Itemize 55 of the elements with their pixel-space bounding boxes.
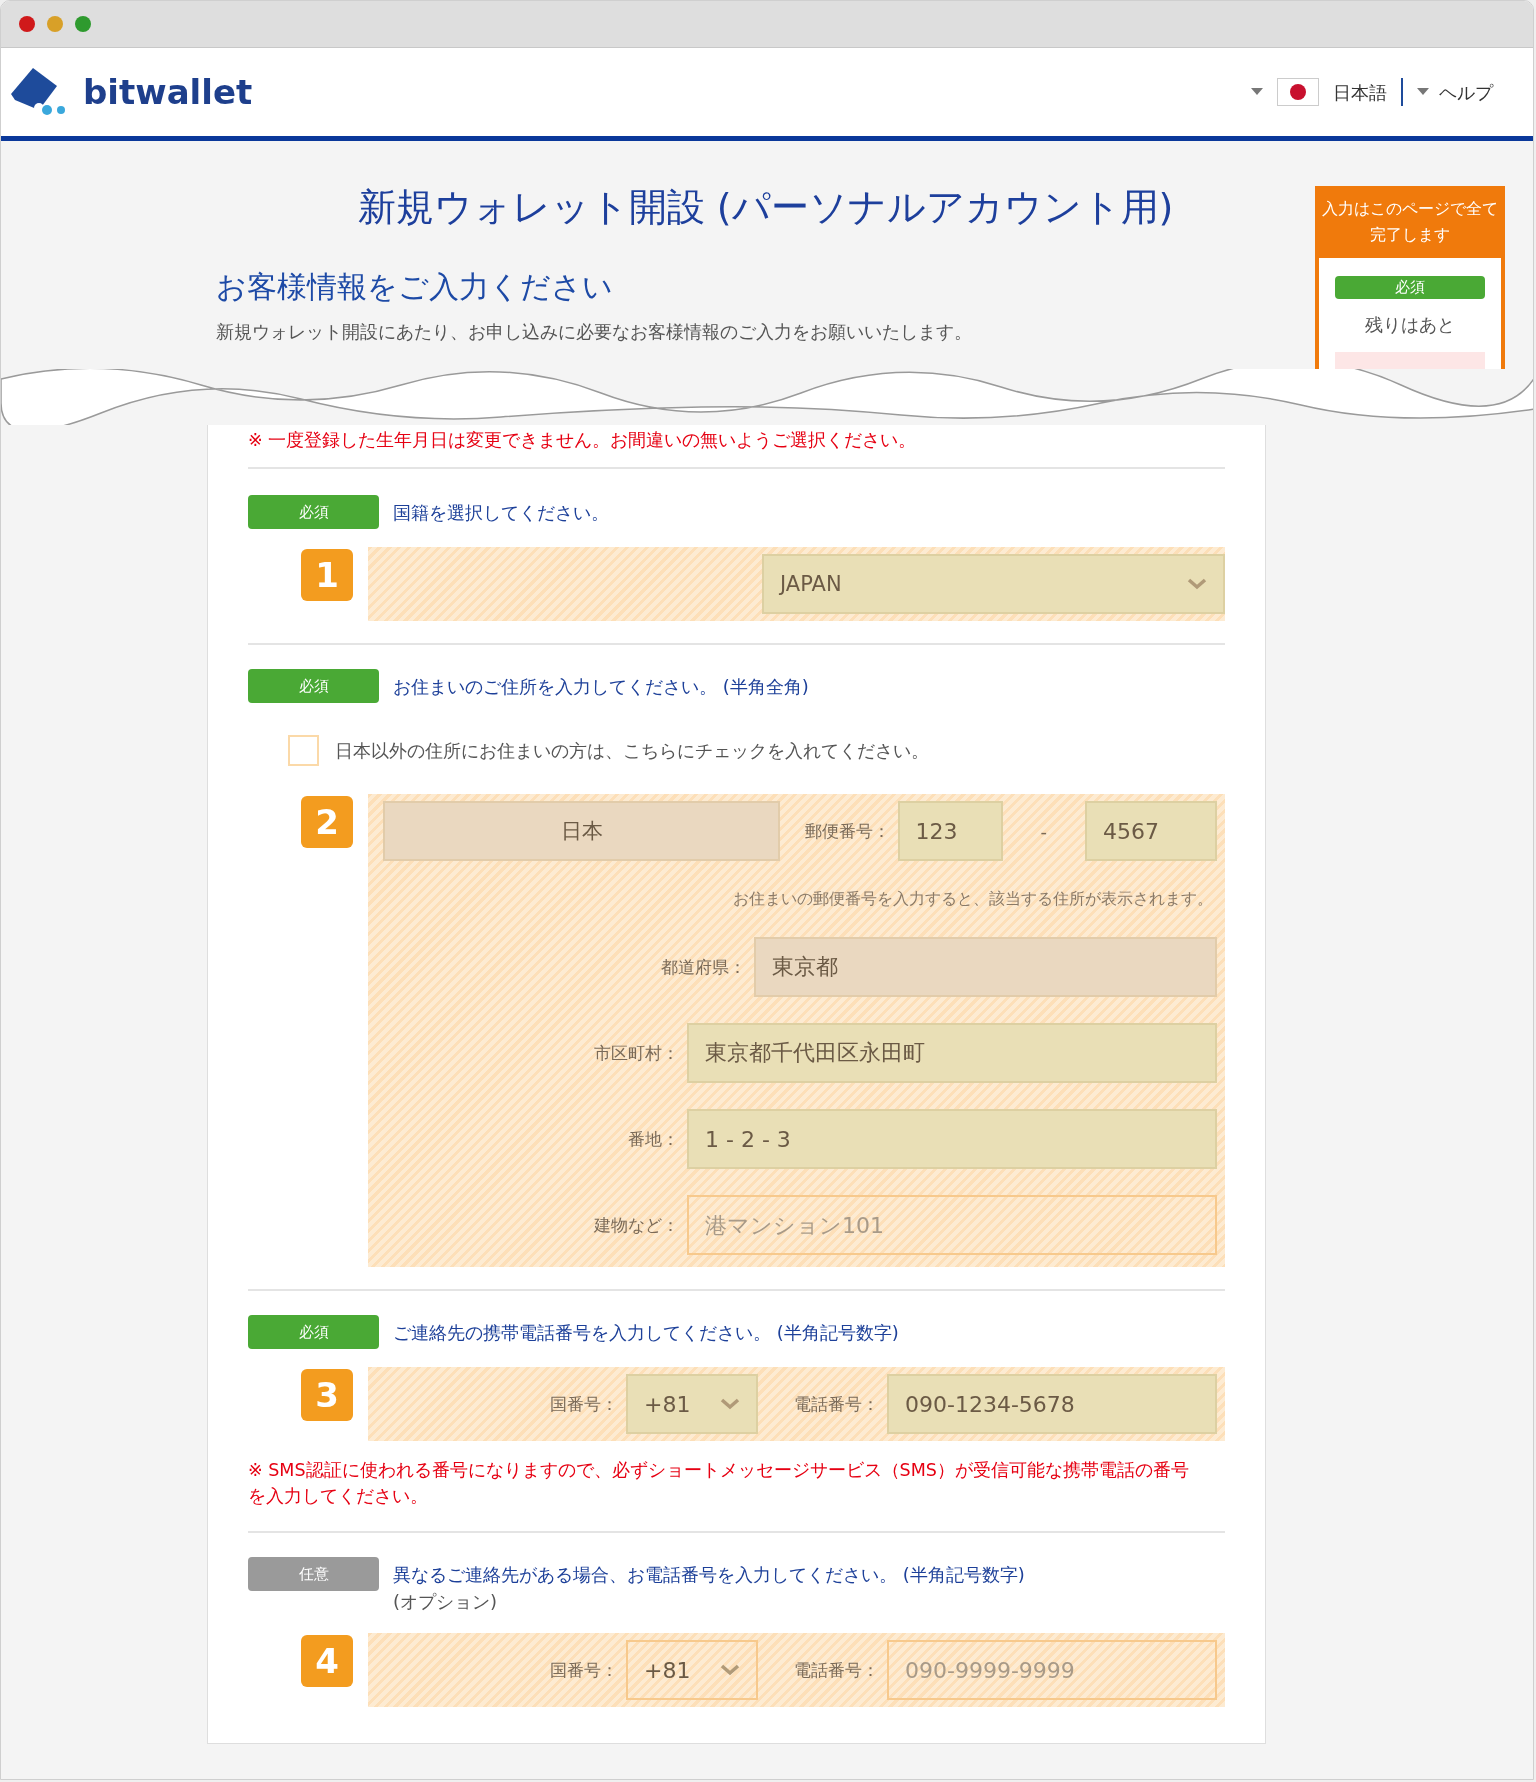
text-field[interactable]: 港マンション101 (687, 1195, 1217, 1256)
chevron-down-icon (720, 1664, 740, 1677)
language-selector[interactable]: 日本語 (1333, 78, 1387, 106)
text-field[interactable]: 090-9999-9999 (887, 1640, 1217, 1701)
section-title: お客様情報をご入力ください (216, 268, 614, 306)
hint-text: お住まいの郵便番号を入力すると、該当する住所が表示されます。 (733, 888, 1213, 911)
step-number: 2 (301, 796, 353, 849)
text-field[interactable]: 1 - 2 - 3 (687, 1109, 1217, 1170)
logo-text: bitwallet (83, 70, 253, 114)
remaining-text: 残りはあと (1365, 312, 1455, 337)
requirement-badge: 任意 (248, 1557, 379, 1592)
field-label: 電話番号： (794, 1658, 879, 1682)
field-label: 市区町村： (594, 1041, 679, 1065)
progress-heading: 入力はこのページで全て完了します (1319, 186, 1501, 258)
field-label: 番地： (628, 1127, 679, 1151)
field-label: 郵便番号： (804, 819, 890, 843)
field-label: 国番号： (550, 1658, 618, 1682)
field-label: 国番号： (550, 1392, 618, 1416)
checkbox-label: 日本以外の住所にお住まいの方は、こちらにチェックを入れてください。 (335, 739, 929, 764)
chevron-down-icon (720, 1398, 740, 1411)
text-field[interactable]: 東京都 (754, 937, 1217, 998)
requirement-badge: 必須 (248, 495, 379, 530)
requirement-badge: 必須 (248, 669, 379, 704)
option-text: (オプション) (393, 1590, 499, 1615)
field-label: 都道府県： (661, 955, 746, 979)
text-field[interactable]: 4567 (1085, 801, 1217, 862)
step-number: 3 (301, 1369, 353, 1422)
step-number: 4 (301, 1635, 353, 1688)
help-link[interactable]: ヘルプ (1439, 78, 1493, 106)
caret-down-icon (1417, 88, 1429, 96)
caret-down-icon (1251, 88, 1263, 96)
warning-text: ※ SMS認証に使われる番号になりますので、必ずショートメッセージサービス（SMS）が受信可能な携帯電話の番号を入力してください。 (248, 1459, 1190, 1509)
dash-text: - (1040, 819, 1047, 844)
step-number: 1 (301, 549, 353, 602)
intro-text: 新規ウォレット開設にあたり、お申し込みに必要なお客様情報のご入力をお願いいたします。 (216, 321, 973, 344)
checkbox[interactable] (288, 735, 319, 767)
text-field[interactable]: 090-1234-5678 (887, 1374, 1217, 1435)
text-field[interactable]: 東京都千代田区永田町 (687, 1023, 1217, 1084)
question-text: 国籍を選択してください。 (393, 501, 609, 526)
requirement-badge: 必須 (248, 1315, 379, 1350)
question-text: ご連絡先の携帯電話番号を入力してください。 (半角記号数字) (393, 1321, 899, 1346)
country-code-select[interactable]: +81 (626, 1374, 758, 1435)
chevron-down-icon (1187, 578, 1207, 591)
required-badge: 必須 (1335, 276, 1485, 299)
field-label: 電話番号： (794, 1392, 879, 1416)
country-select[interactable]: JAPAN (762, 554, 1225, 615)
flag-icon (1277, 78, 1319, 106)
warning-text: ※ 一度登録した生年月日は変更できません。お間違いの無いようご選択ください。 (248, 429, 918, 452)
question-text: 異なるご連絡先がある場合、お電話番号を入力してください。 (半角記号数字) (393, 1563, 1025, 1588)
text-field[interactable]: 123 (897, 801, 1003, 862)
country-code-select[interactable]: +81 (626, 1640, 758, 1701)
page-title: 新規ウォレット開設 (パーソナルアカウント用) (356, 184, 1175, 231)
country-display: 日本 (383, 801, 780, 862)
field-label: 建物など： (594, 1213, 679, 1237)
question-text: お住まいのご住所を入力してください。 (半角全角) (393, 675, 809, 700)
